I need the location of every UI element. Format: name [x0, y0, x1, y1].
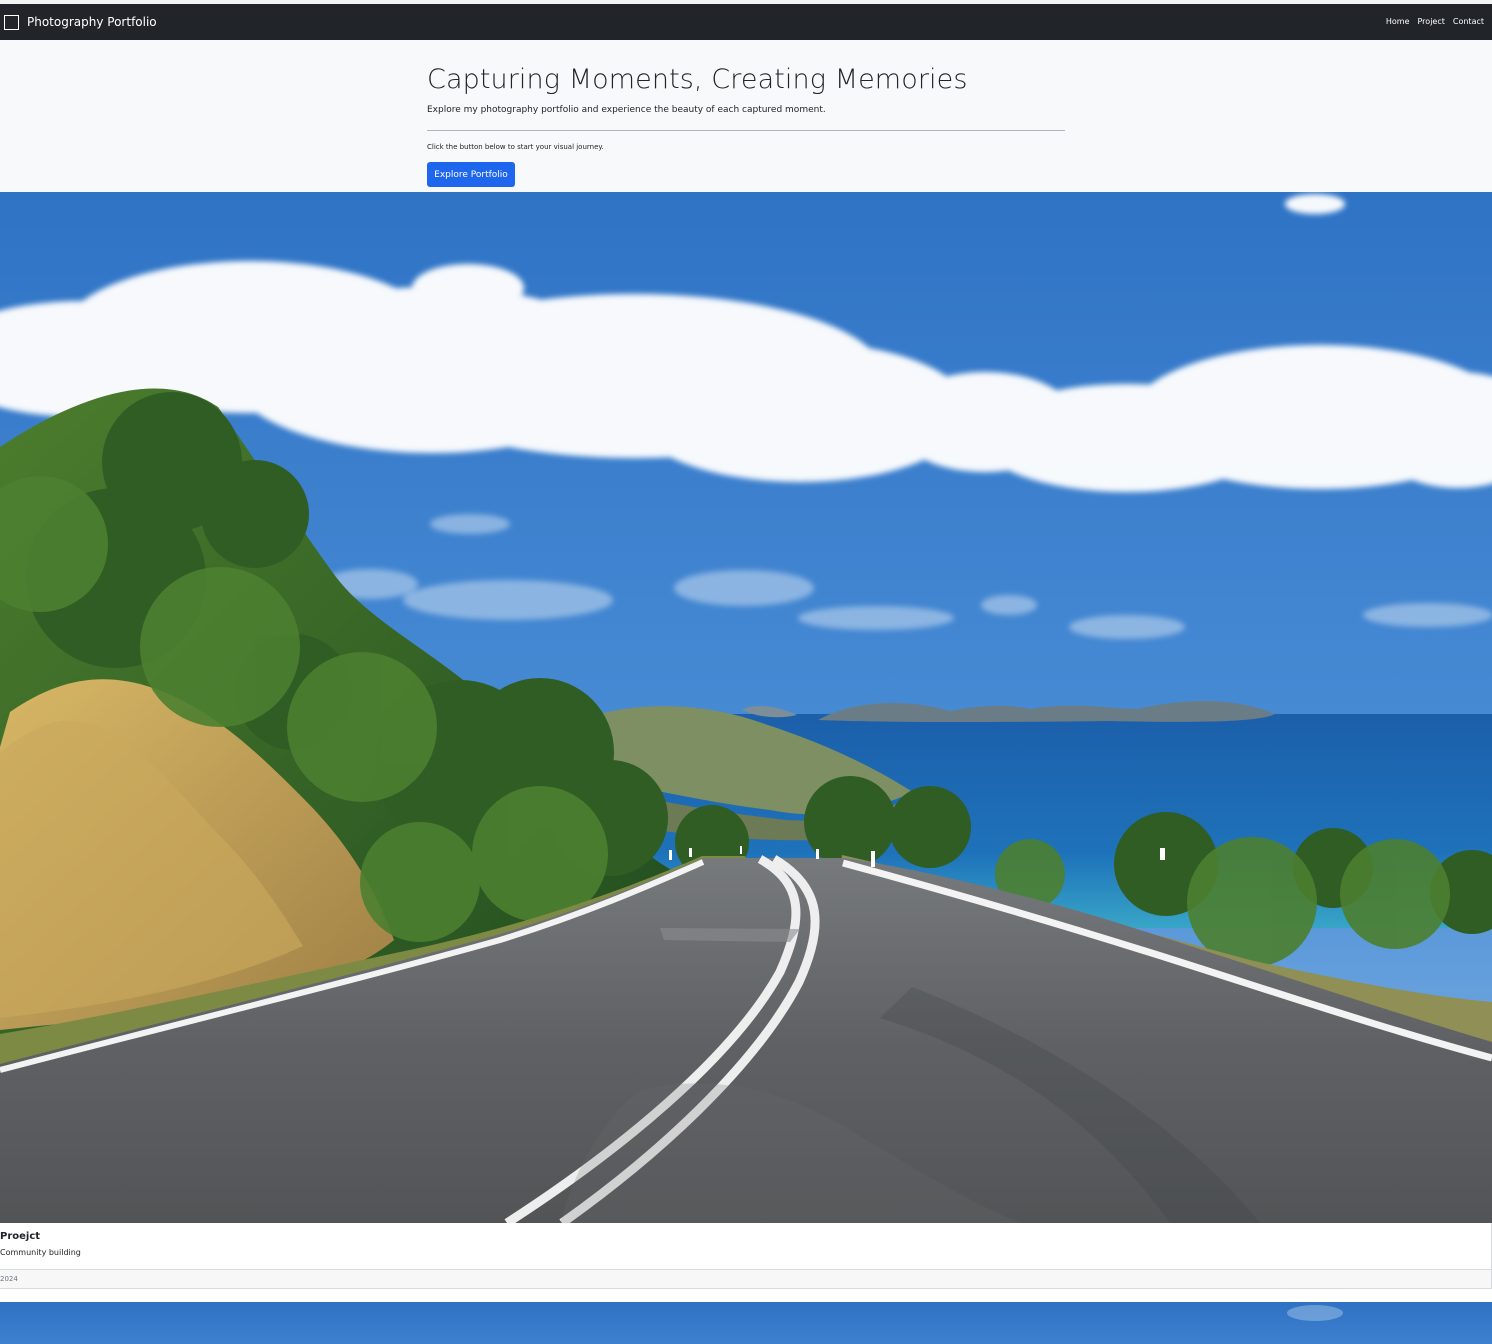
card-footer: 2024	[0, 1269, 1491, 1289]
card-year: 2024	[0, 1275, 18, 1283]
card-body: Proejct Community building	[0, 1223, 1491, 1269]
explore-portfolio-button[interactable]: Explore Portfolio	[427, 162, 515, 188]
project-card: Proejct Community building 2024	[0, 192, 1492, 1289]
hero-divider	[427, 130, 1065, 132]
navbar: Photography Portfolio Home Project Conta…	[0, 4, 1492, 40]
next-sky-photo	[0, 1302, 1492, 1344]
square-outline-icon	[4, 14, 19, 30]
card-description: Community building	[0, 1248, 81, 1257]
nav-links: Home Project Contact	[1386, 18, 1484, 26]
hero-content: Capturing Moments, Creating Memories Exp…	[427, 40, 1065, 188]
nav-contact-link[interactable]: Contact	[1453, 18, 1484, 26]
brand-link[interactable]: Photography Portfolio	[4, 14, 157, 30]
coastal-road-photo	[0, 192, 1492, 1223]
card-title: Proejct	[0, 1231, 41, 1242]
hero-title: Capturing Moments, Creating Memories	[427, 64, 968, 95]
nav-home-link[interactable]: Home	[1386, 18, 1410, 26]
nav-project-link[interactable]: Project	[1418, 18, 1445, 26]
brand-text: Photography Portfolio	[27, 15, 157, 29]
next-project-image-preview	[0, 1302, 1492, 1344]
hero-lead-text: Explore my photography portfolio and exp…	[427, 105, 826, 116]
hero-section: Capturing Moments, Creating Memories Exp…	[0, 40, 1492, 192]
hero-helper-text: Click the button below to start your vis…	[427, 143, 604, 152]
